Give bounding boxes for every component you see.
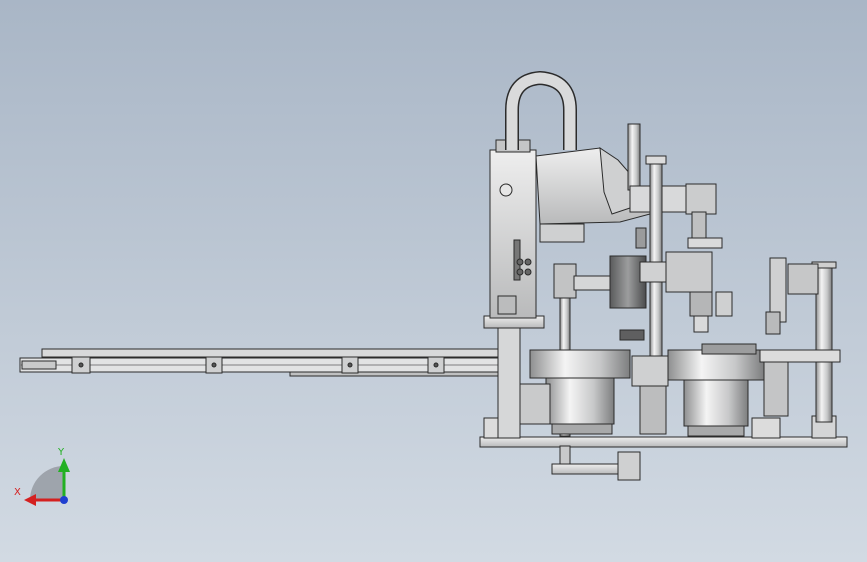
linear-rail[interactable] bbox=[19, 348, 499, 377]
x-axis-label: X bbox=[14, 487, 21, 498]
cad-viewport[interactable]: Y X bbox=[0, 0, 867, 562]
feeder-bowl-right[interactable] bbox=[631, 349, 765, 437]
y-axis-label: Y bbox=[57, 447, 65, 458]
assembly-model-view[interactable]: Y X bbox=[0, 0, 867, 562]
z-axis-dot bbox=[60, 496, 68, 504]
feeder-bowl-left[interactable] bbox=[519, 349, 631, 435]
viewport-background bbox=[0, 0, 867, 562]
